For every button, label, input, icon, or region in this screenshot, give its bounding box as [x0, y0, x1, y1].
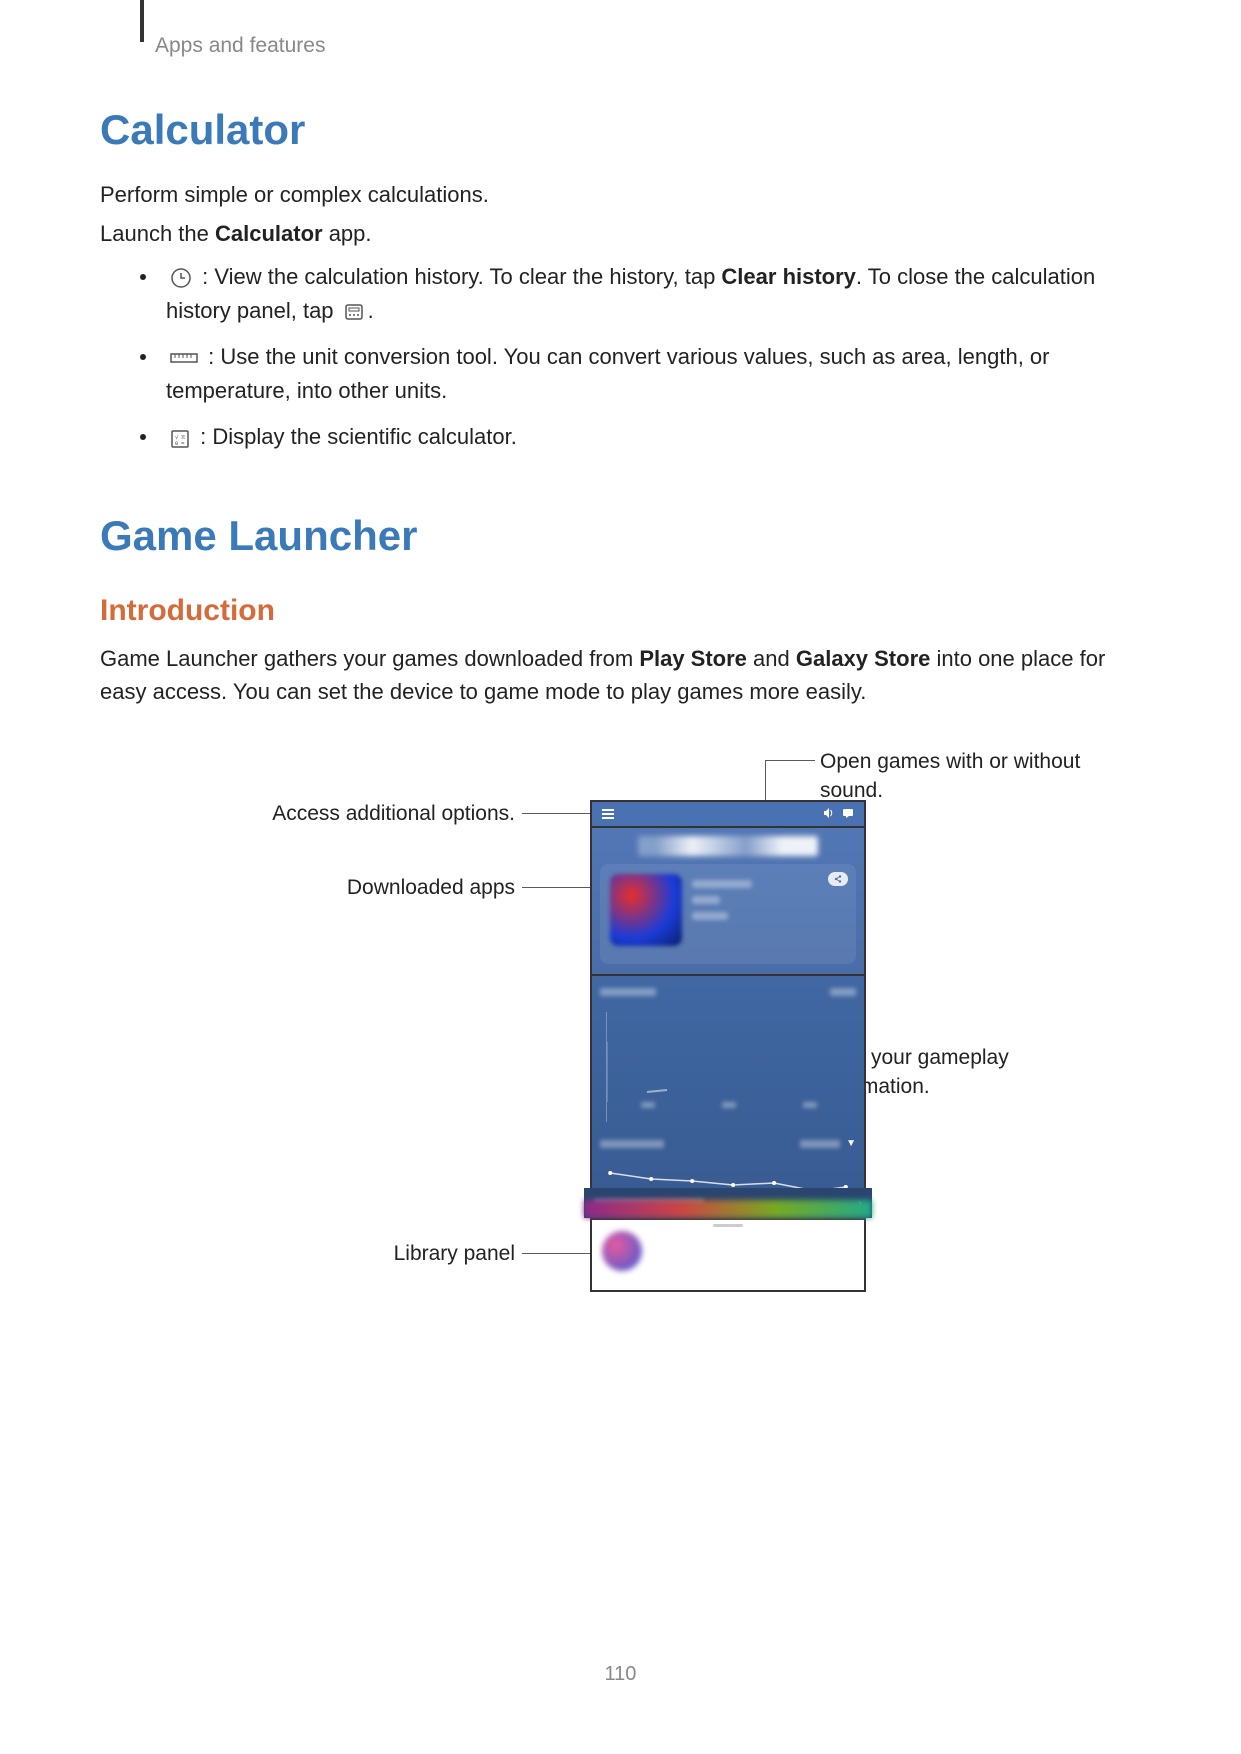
bullet-scientific: √ π e = : Display the scientific calcula…: [140, 420, 1141, 454]
game-title-placeholder: [638, 836, 818, 856]
calculator-launch-text: Launch the Calculator app.: [100, 217, 1141, 250]
page-content: Calculator Perform simple or complex cal…: [0, 58, 1241, 1308]
gamelauncher-subheading: Introduction: [100, 594, 1141, 628]
stats-value: [800, 1140, 840, 1148]
downloaded-apps-section: [592, 828, 864, 976]
game-launcher-section: Game Launcher Introduction Game Launcher…: [100, 512, 1141, 1308]
launch-post: app.: [323, 221, 372, 246]
hamburger-icon: [602, 809, 614, 819]
share-icon: [828, 872, 848, 886]
tick-label: [722, 1102, 736, 1108]
callout-line: [765, 760, 815, 761]
intro-pre: Game Launcher gathers your games downloa…: [100, 646, 639, 671]
stats-value: [830, 988, 856, 996]
calculator-heading: Calculator: [100, 106, 1141, 154]
launch-bold: Calculator: [215, 221, 323, 246]
dropdown-triangle-icon: ▼: [846, 1138, 856, 1149]
gamelauncher-heading: Game Launcher: [100, 512, 1141, 560]
calculator-intro: Perform simple or complex calculations.: [100, 178, 1141, 211]
bullet-unit-convert: : Use the unit conversion tool. You can …: [140, 340, 1141, 408]
bullet-content: : View the calculation history. To clear…: [166, 260, 1141, 328]
bullet1-bold: Clear history: [721, 264, 856, 289]
intro-bold1: Play Store: [639, 646, 747, 671]
stats-mid-row: ▼: [600, 1138, 856, 1149]
sound-icon: [822, 807, 834, 822]
callout-line: [522, 813, 590, 814]
bullet2-text: : Use the unit conversion tool. You can …: [166, 344, 1050, 403]
calculator-bullets: : View the calculation history. To clear…: [100, 260, 1141, 454]
drag-handle-icon: [713, 1224, 743, 1227]
bullet-content: √ π e = : Display the scientific calcula…: [166, 420, 1141, 454]
bullet-dot-icon: [140, 354, 146, 360]
tick-label: [641, 1102, 655, 1108]
keypad-icon: [344, 302, 364, 322]
chat-icon: [842, 807, 854, 822]
clock-history-icon: [170, 267, 192, 289]
bullet-dot-icon: [140, 274, 146, 280]
bullet-dot-icon: [140, 434, 146, 440]
scientific-calc-icon: √ π e =: [170, 429, 190, 449]
page-number: 110: [0, 1663, 1241, 1686]
page-margin-mark: [140, 0, 144, 42]
stats-label: [600, 988, 656, 996]
stats-header: [600, 988, 856, 996]
callout-sound: Open games with or without sound.: [820, 748, 1120, 805]
chart-area-top: [606, 1012, 850, 1122]
ruler-icon: [170, 350, 198, 366]
game-card: [600, 864, 856, 964]
gamelauncher-figure: Open games with or without sound. Access…: [100, 748, 1141, 1308]
header-breadcrumb: Apps and features: [0, 0, 1241, 58]
bullet3-text: : Display the scientific calculator.: [194, 424, 517, 449]
callout-line: [522, 1253, 590, 1254]
game-app-icon: [610, 874, 682, 946]
phone-mockup: ▼: [590, 800, 866, 1292]
recommend-gradient-preview: [584, 1200, 872, 1218]
gamelauncher-intro: Game Launcher gathers your games downloa…: [100, 642, 1141, 708]
game-card-text: [692, 874, 752, 954]
bullet1-pre: : View the calculation history. To clear…: [196, 264, 721, 289]
bullet1-post: .: [368, 298, 374, 323]
library-app-icon: [602, 1231, 642, 1271]
callout-library: Library panel: [230, 1240, 515, 1268]
phone-topbar: [592, 802, 864, 828]
callout-line: [522, 887, 590, 888]
svg-text:√: √: [175, 434, 179, 441]
callout-downloaded: Downloaded apps: [230, 874, 515, 902]
library-panel-section: [592, 1220, 864, 1280]
bullet-history: : View the calculation history. To clear…: [140, 260, 1141, 328]
topbar-menu-icon: [602, 809, 614, 819]
launch-pre: Launch the: [100, 221, 215, 246]
intro-bold2: Galaxy Store: [796, 646, 931, 671]
gameplay-stats-section: ▼: [592, 976, 864, 1220]
svg-text:e: e: [175, 441, 179, 447]
stats-label: [600, 1140, 664, 1148]
bullet-content: : Use the unit conversion tool. You can …: [166, 340, 1141, 408]
svg-text:=: =: [181, 441, 185, 447]
callout-options: Access additional options.: [230, 800, 515, 828]
tick-label: [803, 1102, 817, 1108]
intro-mid: and: [747, 646, 796, 671]
topbar-right-icons: [822, 807, 854, 822]
